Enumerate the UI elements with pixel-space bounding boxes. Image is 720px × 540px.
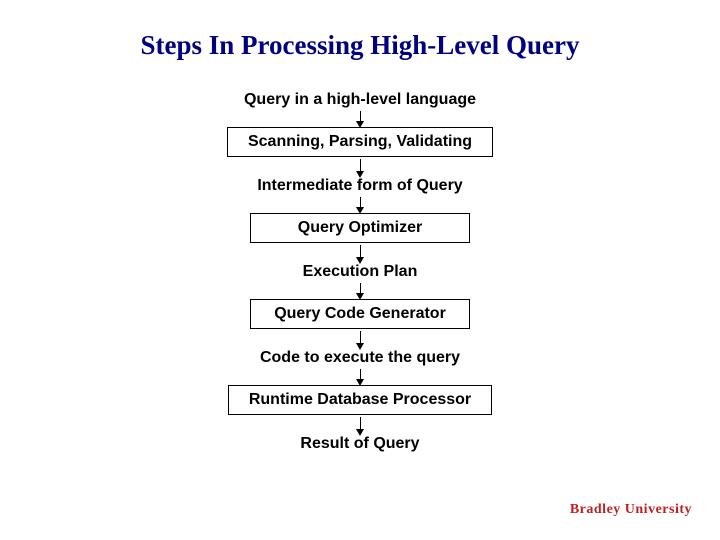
step-result: Result of Query: [300, 435, 419, 453]
arrow-down-icon: [360, 369, 361, 381]
arrow-down-icon: [360, 331, 361, 345]
arrow-down-icon: [360, 159, 361, 173]
step-intermediate-form: Intermediate form of Query: [257, 177, 462, 195]
arrow-down-icon: [360, 417, 361, 431]
arrow-down-icon: [360, 111, 361, 123]
box-runtime-processor: Runtime Database Processor: [228, 385, 492, 415]
box-code-generator: Query Code Generator: [250, 299, 470, 329]
arrow-down-icon: [360, 245, 361, 259]
flow-diagram: Query in a high-level language Scanning,…: [0, 91, 720, 453]
arrow-down-icon: [360, 197, 361, 209]
box-scanning-parsing: Scanning, Parsing, Validating: [227, 127, 493, 157]
footer-branding: Bradley University: [570, 502, 692, 518]
step-execution-plan: Execution Plan: [303, 263, 418, 281]
page-title: Steps In Processing High-Level Query: [0, 0, 720, 61]
box-query-optimizer: Query Optimizer: [250, 213, 470, 243]
arrow-down-icon: [360, 283, 361, 295]
step-input-query: Query in a high-level language: [244, 91, 476, 109]
step-code-to-execute: Code to execute the query: [260, 349, 460, 367]
